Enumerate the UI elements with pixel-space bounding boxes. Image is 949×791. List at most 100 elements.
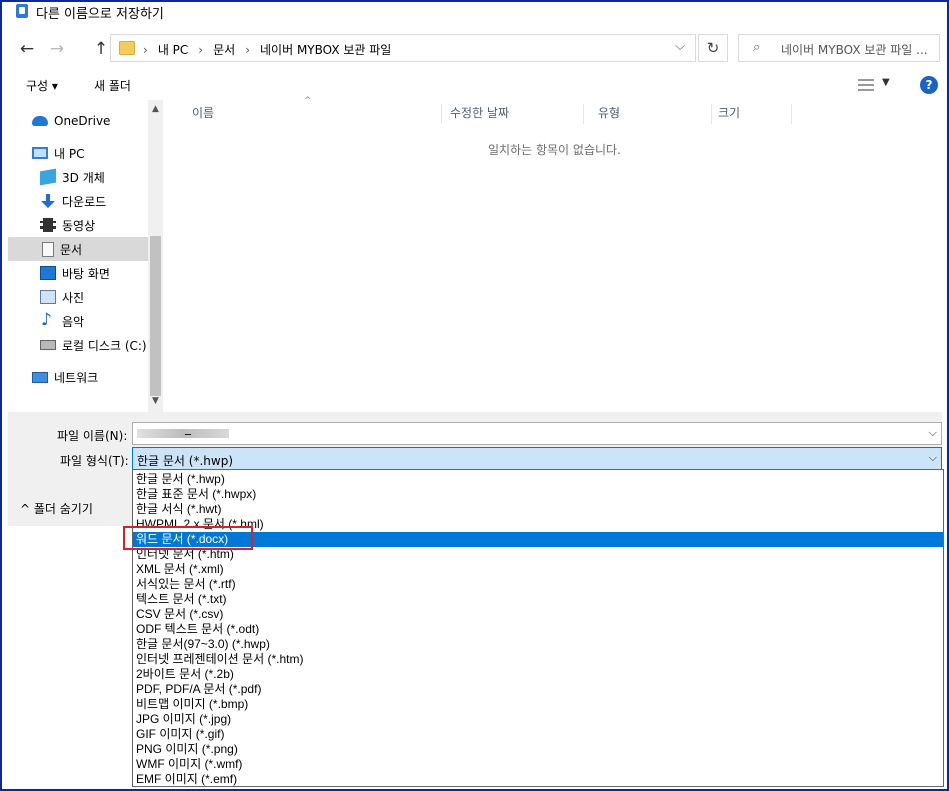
sidebar-item-desktop[interactable]: 바탕 화면 (8, 261, 148, 285)
navigation-pane: OneDrive 내 PC 3D 개체 다운로드 동영상 문서 바탕 화면 사진… (8, 100, 163, 412)
breadcrumb-documents[interactable]: 문서 (213, 41, 235, 58)
filetype-option-hwt[interactable]: 한글 서식 (*.hwt) (133, 502, 943, 517)
window-title: 다른 이름으로 저장하기 (36, 7, 164, 22)
cloud-icon (32, 116, 48, 126)
document-icon (42, 241, 54, 257)
filetype-dropdown-list[interactable]: 한글 문서 (*.hwp) 한글 표준 문서 (*.hwpx) 한글 서식 (*… (132, 469, 944, 787)
hwp-app-icon (16, 4, 28, 18)
filename-input[interactable]: _ ⌵ (132, 421, 942, 445)
sidebar-item-label: OneDrive (54, 114, 111, 128)
title-bar: 다른 이름으로 저장하기 (8, 2, 942, 22)
breadcrumb-separator[interactable]: › (245, 43, 250, 57)
filetype-option-hml[interactable]: HWPML 2.x 문서 (*.hml) (133, 517, 943, 532)
column-header-size[interactable]: 크기 (712, 104, 792, 124)
filetype-option-presentation-htm[interactable]: 인터넷 프레젠테이션 문서 (*.htm) (133, 652, 943, 667)
filename-label: 파일 이름(N): (57, 429, 128, 443)
hide-folders-button[interactable]: ^ 폴더 숨기기 (20, 500, 93, 517)
sidebar-item-onedrive[interactable]: OneDrive (8, 109, 148, 133)
sidebar-item-3d-objects[interactable]: 3D 개체 (8, 165, 148, 189)
sidebar-item-local-disk[interactable]: 로컬 디스크 (C:) (8, 333, 148, 357)
file-list-pane: ^ 이름 수정한 날짜 유형 크기 일치하는 항목이 없습니다. (164, 96, 942, 412)
empty-folder-message: 일치하는 항목이 없습니다. (488, 143, 621, 157)
sidebar-item-label: 바탕 화면 (62, 266, 110, 281)
video-icon (40, 218, 56, 232)
chevron-down-icon[interactable]: ⌵ (929, 426, 937, 440)
filetype-select[interactable]: 한글 문서 (*.hwp) ⌵ (132, 447, 942, 470)
filetype-option-2b[interactable]: 2바이트 문서 (*.2b) (133, 667, 943, 682)
back-arrow-icon[interactable]: ← (16, 38, 38, 60)
filetype-label: 파일 형식(T): (60, 454, 129, 468)
filetype-option-bmp[interactable]: 비트맵 이미지 (*.bmp) (133, 697, 943, 712)
search-box[interactable]: ⌕ 네이버 MYBOX 보관 파일 ... (738, 34, 940, 62)
filetype-option-odt[interactable]: ODF 텍스트 문서 (*.odt) (133, 622, 943, 637)
sidebar-item-label: 다운로드 (62, 194, 107, 209)
filetype-option-csv[interactable]: CSV 문서 (*.csv) (133, 607, 943, 622)
view-options-icon[interactable] (858, 79, 874, 91)
breadcrumb-separator[interactable]: › (198, 43, 203, 57)
column-header-name[interactable]: 이름 (186, 104, 442, 124)
address-history-dropdown-icon[interactable]: ⌵ (675, 39, 685, 54)
chevron-down-icon[interactable]: ⌵ (929, 451, 937, 465)
filetype-option-jpg[interactable]: JPG 이미지 (*.jpg) (133, 712, 943, 727)
sidebar-scrollbar[interactable]: ▲ ▼ (148, 100, 163, 412)
scrollbar-thumb[interactable] (150, 236, 161, 396)
filetype-option-png[interactable]: PNG 이미지 (*.png) (133, 742, 943, 757)
scroll-up-icon[interactable]: ▲ (148, 104, 163, 114)
filetype-option-hwpx[interactable]: 한글 표준 문서 (*.hwpx) (133, 487, 943, 502)
filetype-option-docx[interactable]: 워드 문서 (*.docx) (133, 532, 943, 547)
sidebar-item-label: 내 PC (54, 146, 85, 161)
new-folder-button[interactable]: 새 폴더 (94, 77, 131, 94)
column-header-type[interactable]: 유형 (592, 104, 712, 124)
network-icon (32, 371, 48, 383)
sidebar-item-label: 음악 (62, 314, 85, 329)
up-arrow-icon[interactable]: ↑ (90, 38, 112, 60)
filetype-option-hwp-legacy[interactable]: 한글 문서(97~3.0) (*.hwp) (133, 637, 943, 652)
filetype-option-rtf[interactable]: 서식있는 문서 (*.rtf) (133, 577, 943, 592)
filename-text: _ (185, 421, 191, 435)
music-icon (40, 310, 56, 330)
sidebar-item-documents[interactable]: 문서 (8, 237, 148, 261)
filetype-option-xml[interactable]: XML 문서 (*.xml) (133, 562, 943, 577)
command-bar: 구성 ▾ 새 폴더 ▼ ? (8, 70, 942, 100)
filetype-option-emf[interactable]: EMF 이미지 (*.emf) (133, 772, 943, 787)
sidebar-item-videos[interactable]: 동영상 (8, 213, 148, 237)
filetype-option-hwp[interactable]: 한글 문서 (*.hwp) (133, 472, 943, 487)
sidebar-item-network[interactable]: 네트워크 (8, 365, 148, 389)
forward-arrow-icon[interactable]: → (46, 38, 68, 60)
refresh-icon[interactable]: ↻ (698, 34, 728, 62)
scroll-down-icon[interactable]: ▼ (148, 396, 163, 406)
breadcrumb-mybox-folder[interactable]: 네이버 MYBOX 보관 파일 (260, 41, 391, 58)
filetype-option-gif[interactable]: GIF 이미지 (*.gif) (133, 727, 943, 742)
sidebar-item-music[interactable]: 음악 (8, 309, 148, 333)
help-icon[interactable]: ? (920, 76, 938, 94)
breadcrumb-my-pc[interactable]: 내 PC (158, 41, 188, 58)
filetype-selected-value: 한글 문서 (*.hwp) (137, 454, 234, 468)
address-bar[interactable]: › 내 PC › 문서 › 네이버 MYBOX 보관 파일 ⌵ (110, 34, 696, 62)
filetype-option-wmf[interactable]: WMF 이미지 (*.wmf) (133, 757, 943, 772)
filetype-option-htm[interactable]: 인터넷 문서 (*.htm) (133, 547, 943, 562)
pc-icon (32, 147, 48, 159)
sidebar-item-my-pc[interactable]: 내 PC (8, 141, 148, 165)
save-as-dialog: 다른 이름으로 저장하기 ← → ↑ › 내 PC › 문서 › 네이버 MYB… (8, 2, 942, 526)
sidebar-item-downloads[interactable]: 다운로드 (8, 189, 148, 213)
filetype-option-txt[interactable]: 텍스트 문서 (*.txt) (133, 592, 943, 607)
column-header-date-modified[interactable]: 수정한 날짜 (444, 104, 584, 124)
sidebar-item-label: 문서 (60, 242, 83, 257)
sidebar-item-pictures[interactable]: 사진 (8, 285, 148, 309)
sidebar-item-label: 사진 (62, 290, 85, 305)
sidebar-item-label: 동영상 (62, 218, 96, 233)
breadcrumb: › 내 PC › 문서 › 네이버 MYBOX 보관 파일 (143, 41, 391, 58)
filetype-option-pdf[interactable]: PDF, PDF/A 문서 (*.pdf) (133, 682, 943, 697)
address-row: ← → ↑ › 내 PC › 문서 › 네이버 MYBOX 보관 파일 ⌵ ↻ … (8, 32, 942, 66)
sidebar-item-label: 로컬 디스크 (C:) (62, 338, 147, 353)
view-dropdown-icon[interactable]: ▼ (882, 77, 890, 88)
pictures-icon (40, 290, 56, 304)
organize-button[interactable]: 구성 ▾ (26, 77, 58, 94)
sidebar-item-label: 3D 개체 (62, 170, 105, 185)
annotation-highlight-box (123, 526, 253, 550)
folder-icon (119, 41, 135, 55)
desktop-icon (40, 266, 56, 280)
breadcrumb-separator: › (143, 42, 148, 57)
sidebar-item-label: 네트워크 (54, 370, 99, 385)
search-placeholder: 네이버 MYBOX 보관 파일 ... (781, 43, 928, 57)
